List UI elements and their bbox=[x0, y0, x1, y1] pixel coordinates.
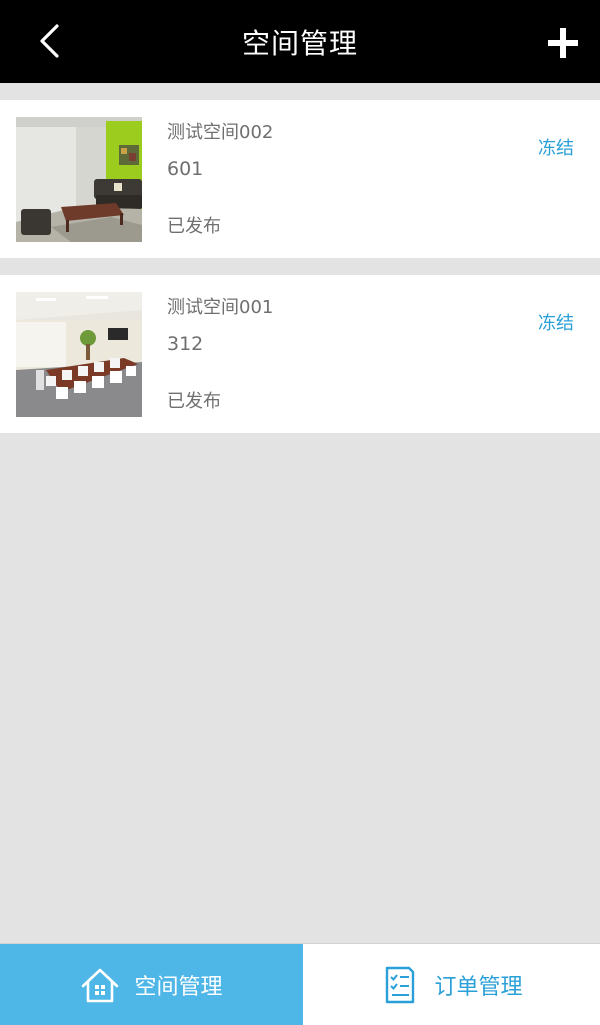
meeting-room-photo bbox=[16, 292, 142, 417]
space-thumbnail bbox=[16, 292, 142, 417]
freeze-button[interactable]: 冻结 bbox=[538, 309, 574, 335]
space-card[interactable]: 测试空间001 312 已发布 冻结 bbox=[0, 275, 600, 433]
space-name: 测试空间001 bbox=[167, 297, 274, 318]
tab-order-management[interactable]: 订单管理 bbox=[303, 944, 600, 1025]
bottom-tab-bar: 空间管理 订单管理 bbox=[0, 943, 600, 1025]
space-status: 已发布 bbox=[167, 216, 221, 237]
add-space-button[interactable] bbox=[540, 20, 586, 66]
tab-space-management[interactable]: 空间管理 bbox=[0, 944, 303, 1025]
order-list-icon bbox=[380, 965, 420, 1005]
page-title: 空间管理 bbox=[241, 26, 358, 60]
space-thumbnail bbox=[16, 117, 142, 242]
space-number: 601 bbox=[167, 158, 204, 180]
space-number: 312 bbox=[167, 333, 204, 355]
plus-icon bbox=[548, 28, 578, 58]
space-status: 已发布 bbox=[167, 391, 221, 412]
lounge-room-photo bbox=[16, 117, 142, 242]
space-list: 测试空间002 601 已发布 冻结 测试空间001 312 已发布 冻结 bbox=[0, 100, 600, 450]
space-name: 测试空间002 bbox=[167, 122, 274, 143]
home-icon bbox=[80, 965, 120, 1005]
tab-label: 订单管理 bbox=[434, 975, 523, 1000]
freeze-button[interactable]: 冻结 bbox=[538, 134, 574, 160]
tab-label: 空间管理 bbox=[134, 975, 223, 1000]
header-bar: 空间管理 bbox=[0, 0, 600, 83]
app-root: 空间管理 测试空间002 601 已发布 冻结 测试空间001 312 已发布 … bbox=[0, 0, 600, 1025]
space-card[interactable]: 测试空间002 601 已发布 冻结 bbox=[0, 100, 600, 258]
